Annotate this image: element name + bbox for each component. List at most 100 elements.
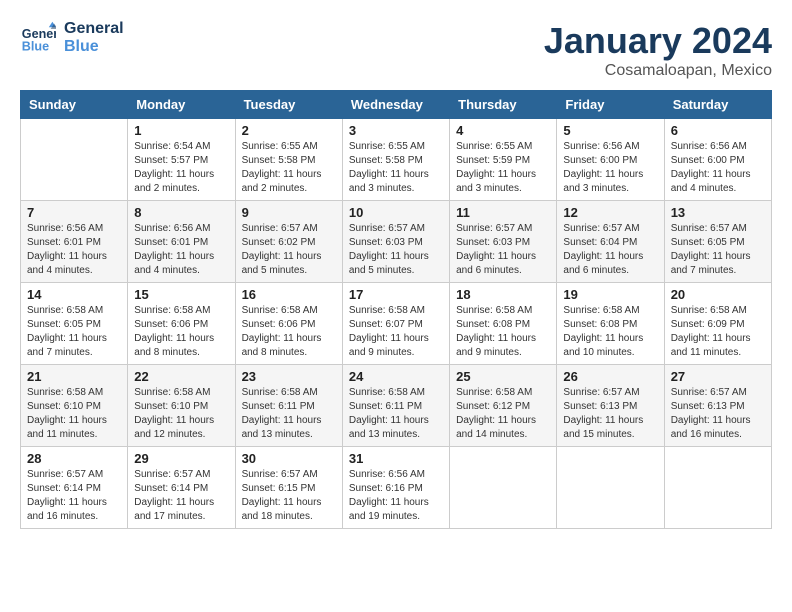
calendar-cell: 8 Sunrise: 6:56 AMSunset: 6:01 PMDaylight… — [128, 201, 235, 283]
day-number: 10 — [349, 205, 443, 220]
day-info: Sunrise: 6:56 AMSunset: 6:16 PMDaylight:… — [349, 468, 443, 524]
day-info: Sunrise: 6:57 AMSunset: 6:05 PMDaylight:… — [671, 222, 765, 278]
day-number: 3 — [349, 123, 443, 138]
calendar-cell: 24 Sunrise: 6:58 AMSunset: 6:11 PMDayligh… — [342, 365, 449, 447]
logo-icon: General Blue — [20, 20, 56, 56]
day-info: Sunrise: 6:58 AMSunset: 6:12 PMDaylight:… — [456, 386, 550, 442]
calendar-cell: 27 Sunrise: 6:57 AMSunset: 6:13 PMDayligh… — [664, 365, 771, 447]
calendar-cell: 16 Sunrise: 6:58 AMSunset: 6:06 PMDayligh… — [235, 283, 342, 365]
header-tuesday: Tuesday — [235, 91, 342, 119]
calendar-cell: 23 Sunrise: 6:58 AMSunset: 6:11 PMDayligh… — [235, 365, 342, 447]
day-number: 24 — [349, 369, 443, 384]
day-number: 29 — [134, 451, 228, 466]
day-number: 19 — [563, 287, 657, 302]
logo: General Blue General Blue — [20, 20, 124, 56]
day-info: Sunrise: 6:58 AMSunset: 6:08 PMDaylight:… — [563, 304, 657, 360]
page-header: General Blue General Blue January 2024 C… — [20, 20, 772, 80]
week-row-0: 1 Sunrise: 6:54 AMSunset: 5:57 PMDaylight… — [21, 119, 772, 201]
day-number: 31 — [349, 451, 443, 466]
day-info: Sunrise: 6:57 AMSunset: 6:03 PMDaylight:… — [456, 222, 550, 278]
calendar-cell: 12 Sunrise: 6:57 AMSunset: 6:04 PMDayligh… — [557, 201, 664, 283]
header-thursday: Thursday — [450, 91, 557, 119]
calendar-cell: 14Sunrise: 6:58 AMSunset: 6:05 PMDayligh… — [21, 283, 128, 365]
calendar-cell — [21, 119, 128, 201]
day-info: Sunrise: 6:58 AMSunset: 6:06 PMDaylight:… — [134, 304, 228, 360]
calendar-cell: 31 Sunrise: 6:56 AMSunset: 6:16 PMDayligh… — [342, 447, 449, 529]
week-row-2: 14Sunrise: 6:58 AMSunset: 6:05 PMDayligh… — [21, 283, 772, 365]
day-number: 23 — [242, 369, 336, 384]
calendar-cell: 13Sunrise: 6:57 AMSunset: 6:05 PMDayligh… — [664, 201, 771, 283]
day-number: 1 — [134, 123, 228, 138]
header-wednesday: Wednesday — [342, 91, 449, 119]
day-number: 17 — [349, 287, 443, 302]
calendar-header: SundayMondayTuesdayWednesdayThursdayFrid… — [21, 91, 772, 119]
day-info: Sunrise: 6:57 AMSunset: 6:13 PMDaylight:… — [671, 386, 765, 442]
svg-text:Blue: Blue — [22, 40, 49, 54]
day-number: 26 — [563, 369, 657, 384]
day-number: 15 — [134, 287, 228, 302]
calendar-cell: 3 Sunrise: 6:55 AMSunset: 5:58 PMDaylight… — [342, 119, 449, 201]
day-info: Sunrise: 6:57 AMSunset: 6:14 PMDaylight:… — [134, 468, 228, 524]
calendar-cell: 2Sunrise: 6:55 AMSunset: 5:58 PMDaylight… — [235, 119, 342, 201]
day-info: Sunrise: 6:58 AMSunset: 6:10 PMDaylight:… — [27, 386, 121, 442]
logo-line1: General — [64, 20, 124, 38]
day-number: 2 — [242, 123, 336, 138]
day-info: Sunrise: 6:58 AMSunset: 6:11 PMDaylight:… — [349, 386, 443, 442]
day-number: 9 — [242, 205, 336, 220]
day-number: 18 — [456, 287, 550, 302]
calendar-cell: 29 Sunrise: 6:57 AMSunset: 6:14 PMDayligh… — [128, 447, 235, 529]
day-number: 16 — [242, 287, 336, 302]
calendar-cell: 22Sunrise: 6:58 AMSunset: 6:10 PMDayligh… — [128, 365, 235, 447]
day-info: Sunrise: 6:55 AMSunset: 5:58 PMDaylight:… — [349, 140, 443, 196]
calendar-cell: 17 Sunrise: 6:58 AMSunset: 6:07 PMDayligh… — [342, 283, 449, 365]
day-info: Sunrise: 6:56 AMSunset: 6:01 PMDaylight:… — [27, 222, 121, 278]
day-info: Sunrise: 6:56 AMSunset: 6:00 PMDaylight:… — [671, 140, 765, 196]
day-info: Sunrise: 6:58 AMSunset: 6:11 PMDaylight:… — [242, 386, 336, 442]
calendar-cell: 10Sunrise: 6:57 AMSunset: 6:03 PMDayligh… — [342, 201, 449, 283]
day-number: 7 — [27, 205, 121, 220]
day-number: 28 — [27, 451, 121, 466]
day-number: 8 — [134, 205, 228, 220]
day-number: 6 — [671, 123, 765, 138]
calendar-cell: 28Sunrise: 6:57 AMSunset: 6:14 PMDayligh… — [21, 447, 128, 529]
week-row-4: 28 Sunrise: 6:57 AMSunset: 6:14 PMDayligh… — [21, 447, 772, 529]
day-info: Sunrise: 6:57 AMSunset: 6:04 PMDaylight:… — [563, 222, 657, 278]
calendar-cell: 11Sunrise: 6:57 AMSunset: 6:03 PMDayligh… — [450, 201, 557, 283]
calendar-cell — [557, 447, 664, 529]
location-subtitle: Cosamaloapan, Mexico — [544, 62, 772, 80]
title-block: January 2024 Cosamaloapan, Mexico — [544, 20, 772, 80]
calendar-cell: 21Sunrise: 6:58 AMSunset: 6:10 PMDayligh… — [21, 365, 128, 447]
day-info: Sunrise: 6:56 AMSunset: 6:01 PMDaylight:… — [134, 222, 228, 278]
header-saturday: Saturday — [664, 91, 771, 119]
calendar-cell: 5Sunrise: 6:56 AMSunset: 6:00 PMDaylight… — [557, 119, 664, 201]
day-info: Sunrise: 6:58 AMSunset: 6:07 PMDaylight:… — [349, 304, 443, 360]
calendar-cell: 9 Sunrise: 6:57 AMSunset: 6:02 PMDaylight… — [235, 201, 342, 283]
day-number: 25 — [456, 369, 550, 384]
calendar-table: SundayMondayTuesdayWednesdayThursdayFrid… — [20, 90, 772, 529]
logo-line2: Blue — [64, 38, 124, 56]
day-info: Sunrise: 6:57 AMSunset: 6:02 PMDaylight:… — [242, 222, 336, 278]
day-info: Sunrise: 6:56 AMSunset: 6:00 PMDaylight:… — [563, 140, 657, 196]
day-number: 4 — [456, 123, 550, 138]
calendar-cell: 18Sunrise: 6:58 AMSunset: 6:08 PMDayligh… — [450, 283, 557, 365]
day-info: Sunrise: 6:54 AMSunset: 5:57 PMDaylight:… — [134, 140, 228, 196]
day-number: 20 — [671, 287, 765, 302]
day-number: 30 — [242, 451, 336, 466]
calendar-cell: 20 Sunrise: 6:58 AMSunset: 6:09 PMDayligh… — [664, 283, 771, 365]
day-number: 12 — [563, 205, 657, 220]
day-info: Sunrise: 6:57 AMSunset: 6:13 PMDaylight:… — [563, 386, 657, 442]
calendar-cell: 19 Sunrise: 6:58 AMSunset: 6:08 PMDayligh… — [557, 283, 664, 365]
day-info: Sunrise: 6:58 AMSunset: 6:09 PMDaylight:… — [671, 304, 765, 360]
calendar-cell: 25 Sunrise: 6:58 AMSunset: 6:12 PMDayligh… — [450, 365, 557, 447]
calendar-cell: 30Sunrise: 6:57 AMSunset: 6:15 PMDayligh… — [235, 447, 342, 529]
header-friday: Friday — [557, 91, 664, 119]
calendar-cell: 4 Sunrise: 6:55 AMSunset: 5:59 PMDaylight… — [450, 119, 557, 201]
week-row-1: 7 Sunrise: 6:56 AMSunset: 6:01 PMDaylight… — [21, 201, 772, 283]
day-info: Sunrise: 6:55 AMSunset: 5:59 PMDaylight:… — [456, 140, 550, 196]
day-number: 22 — [134, 369, 228, 384]
day-info: Sunrise: 6:58 AMSunset: 6:05 PMDaylight:… — [27, 304, 121, 360]
calendar-cell: 7 Sunrise: 6:56 AMSunset: 6:01 PMDaylight… — [21, 201, 128, 283]
week-row-3: 21Sunrise: 6:58 AMSunset: 6:10 PMDayligh… — [21, 365, 772, 447]
day-number: 27 — [671, 369, 765, 384]
day-info: Sunrise: 6:58 AMSunset: 6:06 PMDaylight:… — [242, 304, 336, 360]
